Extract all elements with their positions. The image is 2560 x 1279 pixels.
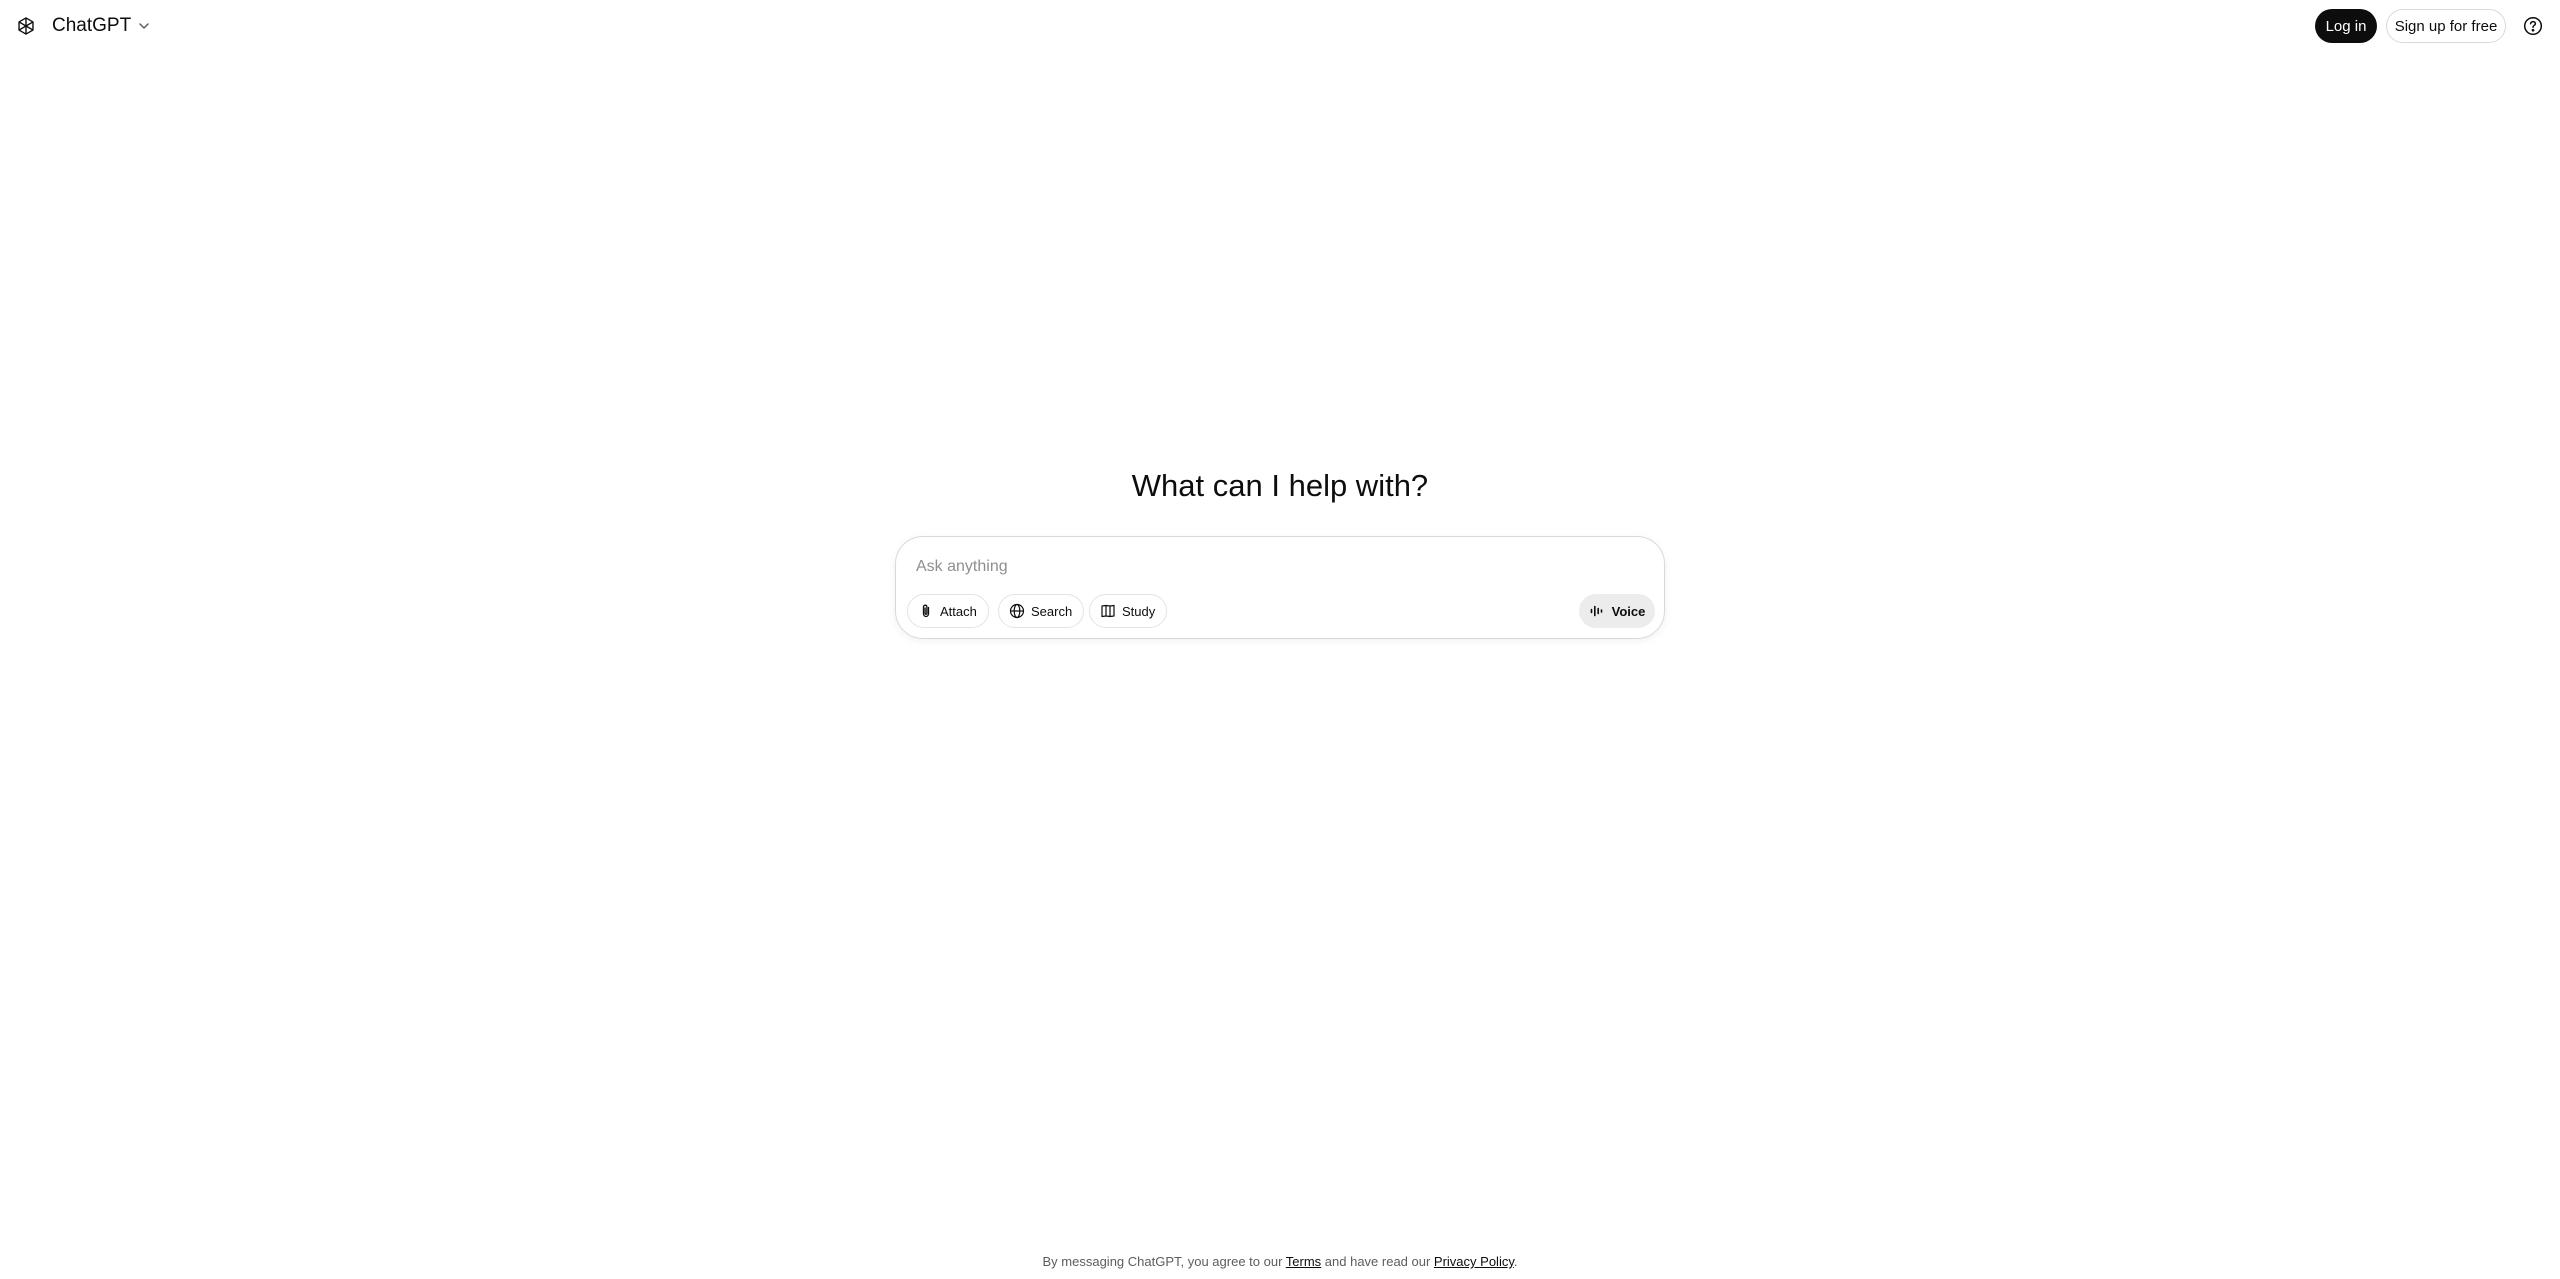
openai-logo-icon[interactable] (14, 14, 38, 38)
model-name: ChatGPT (52, 15, 132, 36)
study-label: Study (1122, 603, 1156, 619)
top-bar: ChatGPT Log in Sign up for free (0, 0, 2560, 52)
waveform-icon (1589, 603, 1605, 619)
study-button[interactable]: Study (1089, 594, 1168, 628)
footer-suffix: . (1513, 1254, 1518, 1269)
help-icon[interactable] (2521, 14, 2545, 38)
privacy-policy-link[interactable]: Privacy Policy (1434, 1254, 1514, 1269)
voice-label: Voice (1611, 603, 1646, 619)
voice-button[interactable]: Voice (1579, 594, 1655, 628)
footer-prefix: By messaging ChatGPT, you agree to our (1042, 1254, 1286, 1269)
terms-link[interactable]: Terms (1286, 1254, 1321, 1269)
book-icon (1100, 603, 1116, 619)
attach-button[interactable]: Attach (907, 594, 989, 628)
legal-footer: By messaging ChatGPT, you agree to our T… (0, 1253, 2560, 1271)
search-label: Search (1031, 603, 1073, 619)
search-button[interactable]: Search (998, 594, 1085, 628)
prompt-input[interactable] (916, 553, 1636, 581)
footer-middle: and have read our (1321, 1254, 1434, 1269)
model-selector[interactable]: ChatGPT (52, 12, 151, 40)
page: ChatGPT Log in Sign up for free What can… (0, 0, 2560, 1279)
page-title: What can I help with? (1131, 468, 1429, 503)
chevron-down-icon (137, 19, 151, 33)
globe-icon (1009, 603, 1025, 619)
login-button[interactable]: Log in (2315, 9, 2377, 43)
attach-label: Attach (940, 603, 977, 619)
composer: Attach Search Study (895, 536, 1665, 639)
signup-button[interactable]: Sign up for free (2386, 9, 2506, 43)
paperclip-icon (918, 603, 934, 619)
